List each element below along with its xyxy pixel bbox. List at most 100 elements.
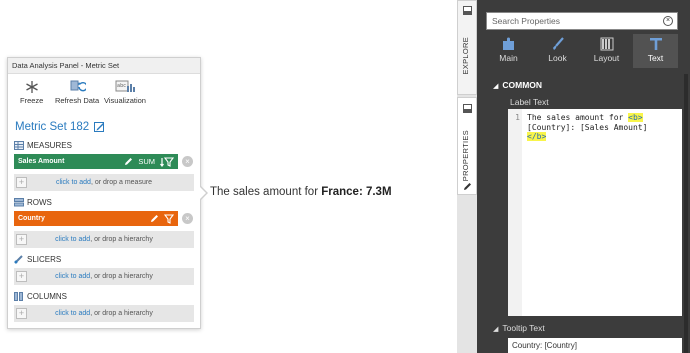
add-icon[interactable]: +: [16, 234, 27, 245]
callout-pointer: [200, 186, 208, 200]
slicers-label: SLICERS: [27, 255, 62, 264]
metric-set-name: Metric Set 182: [15, 121, 90, 133]
row-field-label: Country: [18, 215, 45, 222]
tab-properties-label: PROPERTIES: [461, 130, 470, 182]
drop-hint: , or drop a hierarchy: [90, 236, 153, 243]
label-preview-prefix: The sales amount for: [210, 186, 322, 198]
freeze-button[interactable]: Freeze: [20, 80, 43, 105]
label-preview: The sales amount for France: 7.3M: [210, 186, 392, 198]
properties-tabs: Main Look Layout Text: [486, 34, 678, 68]
tooltip-text-label: Tooltip Text: [502, 323, 545, 333]
clear-search-icon[interactable]: ×: [663, 16, 673, 26]
code-close-tag: </b>: [527, 132, 547, 141]
pencil-icon[interactable]: [124, 157, 133, 166]
metric-set-title[interactable]: Metric Set 182: [15, 121, 105, 133]
close-tag-text: </b>: [527, 132, 547, 141]
open-tag-text: <b>: [628, 113, 643, 122]
visualization-label: Visualization: [104, 96, 146, 105]
add-icon[interactable]: +: [16, 177, 27, 188]
add-icon[interactable]: +: [16, 271, 27, 282]
text-icon: [649, 38, 662, 50]
click-to-add-link[interactable]: click to add: [55, 310, 90, 317]
drop-hint: , or drop a measure: [90, 179, 153, 186]
line-number-gutter: 1: [508, 109, 522, 316]
puzzle-icon: [502, 37, 514, 50]
search-properties-input[interactable]: Search Properties ×: [486, 12, 678, 30]
columns-header: COLUMNS: [14, 292, 67, 301]
label-text-caption: Label Text: [510, 97, 549, 107]
tooltip-text-editor[interactable]: Country: [Country]: [508, 338, 682, 353]
measures-header: MEASURES: [14, 141, 72, 150]
refresh-data-button[interactable]: Refresh Data: [55, 80, 99, 105]
properties-scrollbar[interactable]: [684, 74, 688, 353]
edit-icon[interactable]: [94, 121, 105, 132]
label-text-editor[interactable]: 1 The sales amount for <b> [Country]: [S…: [508, 109, 682, 316]
click-to-add-link[interactable]: click to add: [56, 179, 91, 186]
panel-icon: [463, 6, 472, 15]
panel-icon: [463, 104, 472, 113]
pencil-icon: [464, 183, 471, 190]
brush-icon: [552, 37, 564, 50]
collapse-triangle-icon: ◢: [493, 326, 499, 333]
aggregation-label[interactable]: SUM: [138, 154, 155, 169]
refresh-icon: [70, 80, 87, 92]
tab-main-label: Main: [499, 53, 518, 63]
drop-hint: , or drop a hierarchy: [90, 273, 153, 280]
panel-title: Data Analysis Panel - Metric Set: [8, 58, 200, 74]
tab-explore-label: EXPLORE: [461, 37, 470, 75]
measure-drop-zone[interactable]: + click to add, or drop a measure: [14, 174, 194, 191]
click-to-add-link[interactable]: click to add: [55, 236, 90, 243]
table-icon: [14, 141, 24, 150]
tooltip-value: Country: [Country]: [512, 341, 577, 350]
line-number: 1: [515, 113, 520, 122]
tab-properties[interactable]: PROPERTIES: [457, 97, 477, 195]
tab-look-label: Look: [548, 53, 567, 63]
slicers-header: SLICERS: [14, 255, 61, 264]
tab-main[interactable]: Main: [486, 34, 531, 68]
add-icon[interactable]: +: [16, 308, 27, 319]
rows-drop-zone[interactable]: + click to add, or drop a hierarchy: [14, 231, 194, 248]
properties-panel: Search Properties × Main Look Layout Tex…: [477, 0, 690, 353]
code-content: The sales amount for <b> [Country]: [Sal…: [527, 113, 647, 142]
remove-measure-button[interactable]: ×: [182, 156, 193, 167]
rows-label: ROWS: [27, 198, 52, 207]
visualization-button[interactable]: abc Visualization: [104, 80, 146, 105]
freeze-label: Freeze: [20, 96, 44, 105]
drop-hint: , or drop a hierarchy: [90, 310, 153, 317]
columns-drop-zone[interactable]: + click to add, or drop a hierarchy: [14, 305, 194, 322]
sort-filter-icon[interactable]: [160, 156, 174, 167]
tab-layout[interactable]: Layout: [584, 34, 629, 68]
tab-text-label: Text: [647, 53, 664, 63]
slicers-drop-zone[interactable]: + click to add, or drop a hierarchy: [14, 268, 194, 285]
data-analysis-panel: Data Analysis Panel - Metric Set Freeze …: [7, 57, 201, 329]
rows-header: ROWS: [14, 198, 52, 207]
code-text: The sales amount for: [527, 113, 629, 122]
filter-icon[interactable]: [164, 213, 174, 224]
tab-layout-label: Layout: [593, 53, 620, 63]
panel-toolbar: Freeze Refresh Data abc Visualization: [8, 74, 200, 118]
code-open-tag: <b>: [628, 113, 643, 122]
measure-field-sales-amount[interactable]: Sales Amount SUM: [14, 154, 178, 169]
measures-label: MEASURES: [27, 141, 72, 150]
tab-look[interactable]: Look: [535, 34, 580, 68]
tab-explore[interactable]: EXPLORE: [457, 0, 477, 95]
row-field-country[interactable]: Country: [14, 211, 178, 226]
visualization-icon: abc: [115, 80, 135, 92]
side-tab-strip: EXPLORE PROPERTIES: [457, 0, 477, 353]
slicer-icon: [14, 255, 23, 264]
snowflake-icon: [25, 81, 38, 93]
tab-text[interactable]: Text: [633, 34, 678, 68]
collapse-triangle-icon: ◢: [493, 83, 499, 90]
measure-field-label: Sales Amount: [18, 158, 65, 165]
columns-icon: [14, 292, 23, 301]
rows-icon: [14, 198, 24, 207]
tooltip-text-header[interactable]: ◢ Tooltip Text: [493, 323, 545, 333]
remove-row-button[interactable]: ×: [182, 213, 193, 224]
columns-label: COLUMNS: [27, 292, 68, 301]
code-text: [Country]: [Sales Amount]: [527, 122, 648, 132]
layout-icon: [600, 37, 613, 51]
click-to-add-link[interactable]: click to add: [55, 273, 90, 280]
svg-text:abc: abc: [117, 83, 126, 89]
pencil-icon[interactable]: [150, 214, 159, 223]
common-section-header[interactable]: ◢ COMMON: [493, 80, 542, 90]
